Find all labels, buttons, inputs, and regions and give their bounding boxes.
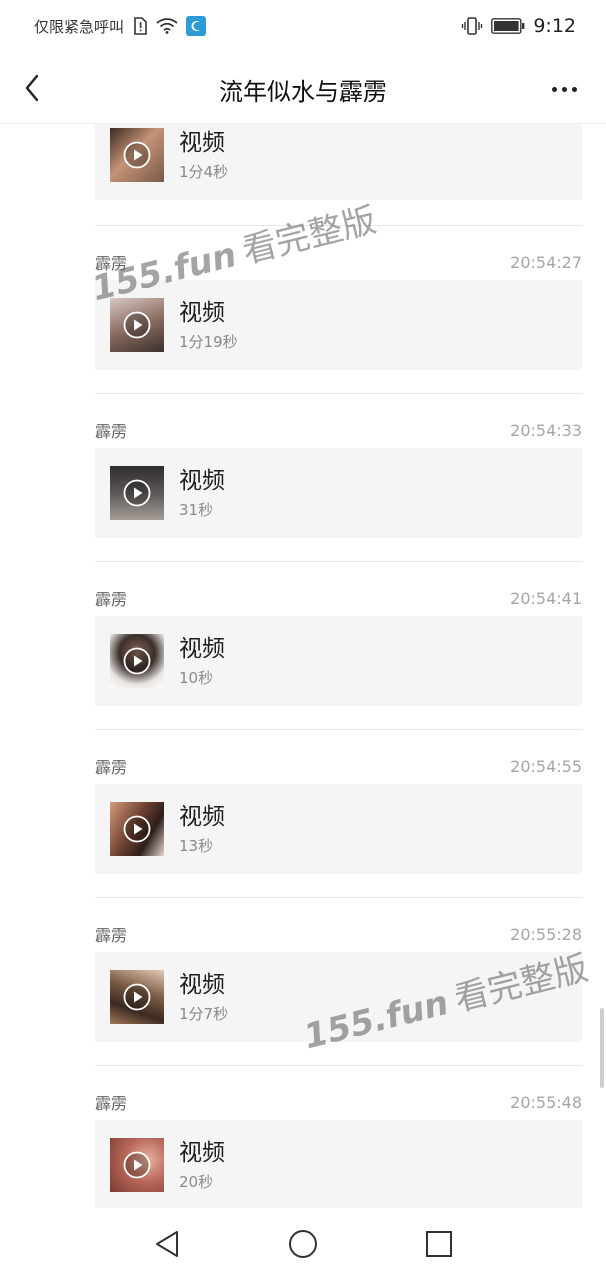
- scrollbar[interactable]: [600, 1008, 604, 1088]
- more-dots-icon: [551, 86, 557, 92]
- divider: [95, 729, 582, 730]
- video-duration: 1分4秒: [179, 162, 229, 181]
- page-title: 流年似水与霹雳: [219, 78, 387, 106]
- video-title: 视频: [179, 129, 225, 156]
- message-item: 霹雳 20:54:27 视频 1分19秒: [95, 250, 582, 370]
- message-time: 20:55:48: [510, 1092, 582, 1112]
- carrier-text: 仅限紧急呼叫: [34, 17, 125, 36]
- play-icon: [123, 1151, 151, 1179]
- video-title: 视频: [179, 635, 225, 662]
- divider: [95, 1065, 582, 1066]
- message-time: 20:54:33: [510, 420, 582, 440]
- sender-name: 霹雳: [95, 590, 128, 609]
- navigation-bar: [0, 1208, 606, 1280]
- vibrate-icon: [461, 17, 483, 35]
- wifi-icon: [156, 18, 178, 34]
- sender-name: 霹雳: [95, 422, 128, 441]
- video-card[interactable]: 视频 31秒: [95, 448, 582, 538]
- video-duration: 1分19秒: [179, 332, 238, 351]
- divider: [95, 393, 582, 394]
- nav-recents-icon: [426, 1231, 452, 1257]
- sender-name: 霹雳: [95, 254, 128, 273]
- play-icon: [123, 815, 151, 843]
- message-item: 霹雳 20:54:33 视频 31秒: [95, 418, 582, 538]
- nav-back-button[interactable]: [150, 1227, 184, 1261]
- nav-home-button[interactable]: [286, 1227, 320, 1261]
- sender-name: 霹雳: [95, 926, 128, 945]
- video-card[interactable]: 视频 1分4秒: [95, 124, 582, 200]
- video-title: 视频: [179, 971, 225, 998]
- play-icon: [123, 479, 151, 507]
- video-thumbnail: [110, 298, 164, 352]
- video-thumbnail: [110, 802, 164, 856]
- message-item: 霹雳 20:54:41 视频 10秒: [95, 586, 582, 706]
- divider: [95, 225, 582, 226]
- play-icon: [123, 311, 151, 339]
- chat-content[interactable]: 视频 1分4秒 霹雳 20:54:27 视频 1分19秒 霹雳 20:54:33…: [0, 124, 606, 1208]
- more-dot: [571, 86, 577, 92]
- video-card[interactable]: 视频 20秒: [95, 1120, 582, 1208]
- message-time: 20:55:28: [510, 924, 582, 944]
- video-card[interactable]: 视频 13秒: [95, 784, 582, 874]
- nav-recents-button[interactable]: [422, 1227, 456, 1261]
- video-duration: 1分7秒: [179, 1004, 229, 1023]
- message-time: 20:54:55: [510, 756, 582, 776]
- play-icon: [123, 983, 151, 1011]
- sender-name: 霹雳: [95, 1094, 128, 1113]
- message-time: 20:54:41: [510, 588, 582, 608]
- video-title: 视频: [179, 467, 225, 494]
- app-notification-icon: [186, 16, 207, 36]
- sim-alert-icon: [132, 17, 148, 35]
- sender-name: 霹雳: [95, 758, 128, 777]
- video-duration: 31秒: [179, 500, 214, 519]
- divider: [95, 897, 582, 898]
- more-dot: [561, 86, 567, 92]
- play-icon: [123, 647, 151, 675]
- video-title: 视频: [179, 803, 225, 830]
- video-duration: 13秒: [179, 836, 214, 855]
- status-right: 9:12: [461, 15, 576, 37]
- battery-icon: [491, 18, 525, 34]
- message-item: 霹雳 20:55:28 视频 1分7秒: [95, 922, 582, 1042]
- video-thumbnail: [110, 466, 164, 520]
- video-title: 视频: [179, 299, 225, 326]
- video-duration: 20秒: [179, 1172, 214, 1191]
- nav-home-icon: [289, 1230, 317, 1258]
- video-thumbnail: [110, 970, 164, 1024]
- status-left: 仅限紧急呼叫: [34, 16, 207, 37]
- video-duration: 10秒: [179, 668, 214, 687]
- video-card[interactable]: 视频 1分7秒: [95, 952, 582, 1042]
- divider: [95, 561, 582, 562]
- video-thumbnail: [110, 128, 164, 182]
- video-card[interactable]: 视频 10秒: [95, 616, 582, 706]
- video-thumbnail: [110, 1138, 164, 1192]
- nav-back-icon: [156, 1231, 178, 1257]
- play-icon: [123, 141, 151, 169]
- video-card[interactable]: 视频 1分19秒: [95, 280, 582, 370]
- status-time: 9:12: [533, 15, 576, 37]
- title-bar: 流年似水与霹雳: [0, 52, 606, 124]
- status-bar: 仅限紧急呼叫 9:12: [0, 0, 606, 52]
- more-options-button[interactable]: [542, 74, 586, 104]
- message-item: 霹雳 20:54:55 视频 13秒: [95, 754, 582, 874]
- video-title: 视频: [179, 1139, 225, 1166]
- message-item: 霹雳 20:55:48 视频 20秒: [95, 1090, 582, 1208]
- message-time: 20:54:27: [510, 252, 582, 272]
- video-thumbnail: [110, 634, 164, 688]
